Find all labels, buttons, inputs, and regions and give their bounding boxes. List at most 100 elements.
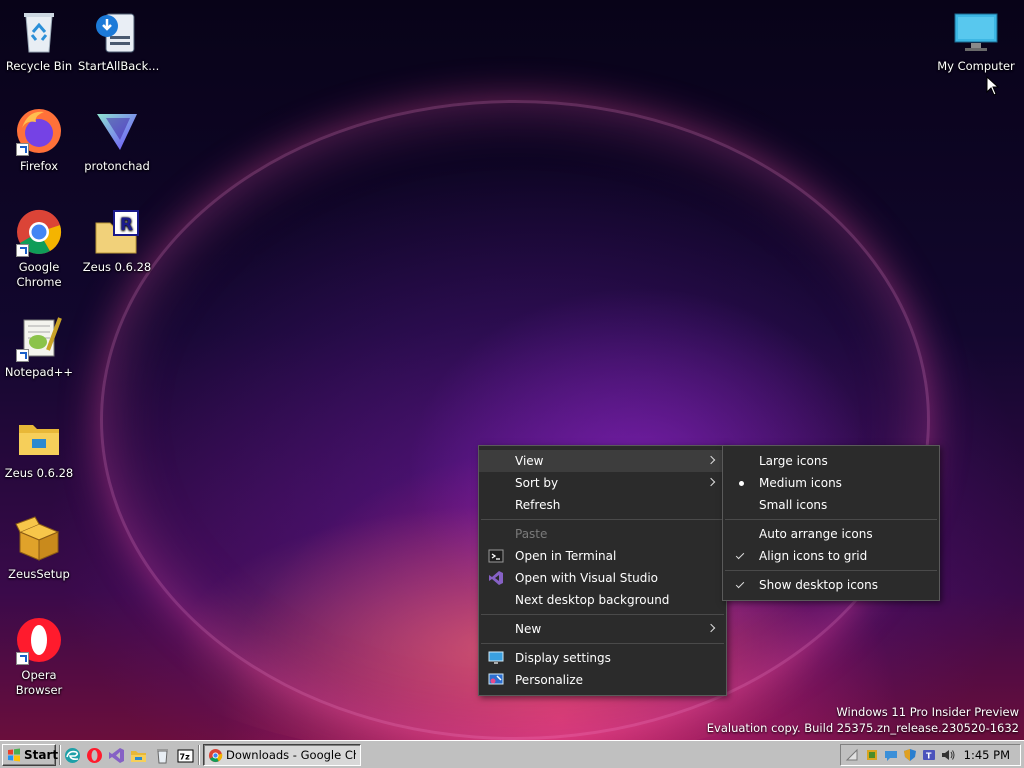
menu-item-label: Open in Terminal	[515, 549, 617, 563]
shortcut-arrow-icon	[16, 652, 29, 665]
desktop-icon-label: Google Chrome	[16, 260, 62, 289]
submenu-item-small-icons[interactable]: Small icons	[723, 494, 939, 516]
menu-item-label: New	[515, 622, 542, 636]
menu-item-label: Sort by	[515, 476, 559, 490]
radio-bullet-icon	[739, 481, 744, 486]
menu-item-open-in-terminal[interactable]: Open in Terminal	[479, 545, 726, 567]
desktop-icon-startallback[interactable]: StartAllBack...	[78, 0, 159, 74]
shield-icon[interactable]	[903, 748, 917, 762]
recycle-quicklaunch-icon[interactable]	[154, 747, 171, 764]
monitor-icon	[951, 6, 1001, 56]
network-icon[interactable]	[845, 748, 859, 762]
menu-item-view[interactable]: View	[479, 450, 726, 472]
7zip-icon[interactable]: 7z	[177, 747, 194, 764]
watermark-build: Evaluation copy. Build 25375.zn_release.…	[706, 721, 1019, 735]
menu-item-label: Open with Visual Studio	[515, 571, 658, 585]
checkmark-icon	[735, 579, 745, 589]
desktop-icon-google-chrome[interactable]: Google Chrome	[0, 201, 78, 290]
taskbar-button-chrome-downloads[interactable]: Downloads - Google Chro...	[203, 744, 361, 766]
menu-item-open-with-visual-studio[interactable]: Open with Visual Studio	[479, 567, 726, 589]
menu-item-next-desktop-background[interactable]: Next desktop background	[479, 589, 726, 611]
desktop-icon-my-computer[interactable]: My Computer	[936, 0, 1016, 74]
menu-item-personalize[interactable]: Personalize	[479, 669, 726, 691]
menu-separator	[481, 614, 724, 615]
start-button[interactable]: Start	[2, 744, 59, 766]
chevron-right-icon	[706, 477, 716, 487]
chevron-right-icon	[706, 455, 716, 465]
menu-item-label: Display settings	[515, 651, 611, 665]
desktop-icon-zeussetup[interactable]: ZeusSetup	[0, 508, 78, 582]
shortcut-arrow-icon	[16, 349, 29, 362]
desktop-icon-zeus-folder[interactable]: Zeus 0.6.28	[0, 407, 78, 481]
start-label: Start	[24, 748, 59, 762]
visual-studio-quicklaunch-icon[interactable]	[108, 747, 125, 764]
submenu-item-medium-icons[interactable]: Medium icons	[723, 472, 939, 494]
menu-separator	[481, 519, 724, 520]
menu-item-label: Auto arrange icons	[759, 527, 873, 541]
desktop-icon-label: Zeus 0.6.28	[82, 260, 152, 274]
submenu-item-auto-arrange-icons[interactable]: Auto arrange icons	[723, 523, 939, 545]
svg-text:T: T	[926, 752, 932, 761]
menu-item-display-settings[interactable]: Display settings	[479, 647, 726, 669]
menu-item-label: Show desktop icons	[759, 578, 879, 592]
display-icon	[488, 651, 504, 664]
windows-watermark: Windows 11 Pro Insider Preview Evaluatio…	[707, 704, 1019, 736]
submenu-item-align-icons-to-grid[interactable]: Align icons to grid	[723, 545, 939, 567]
desktop-icon-protonchad[interactable]: protonchad	[78, 100, 156, 174]
opera-quicklaunch-icon[interactable]	[86, 747, 103, 764]
menu-item-sort-by[interactable]: Sort by	[479, 472, 726, 494]
setup-box-icon	[14, 514, 64, 564]
view-submenu: Large icons Medium icons Small icons Aut…	[722, 445, 940, 601]
desktop-icon-label: My Computer	[937, 59, 1015, 73]
menu-item-label: Refresh	[515, 498, 561, 512]
desktop-icon-label: Zeus 0.6.28	[4, 466, 74, 480]
desktop-icon-label: Opera Browser	[15, 668, 63, 697]
menu-item-paste: Paste	[479, 523, 726, 545]
submenu-item-show-desktop-icons[interactable]: Show desktop icons	[723, 574, 939, 596]
terminal-icon	[488, 549, 504, 563]
shortcut-arrow-icon	[16, 244, 29, 257]
desktop-icon-opera[interactable]: Opera Browser	[0, 609, 78, 698]
desktop-icon-label: Notepad++	[4, 365, 74, 379]
opera-icon	[14, 615, 64, 665]
taskbar: Start 7z Downloads - Google Chro... T 1:…	[0, 740, 1024, 768]
menu-item-label: Small icons	[759, 498, 828, 512]
desktop-icon-zeus-archive[interactable]: R Zeus 0.6.28	[78, 201, 156, 275]
shortcut-arrow-icon	[16, 143, 29, 156]
desktop-icon-notepadpp[interactable]: Notepad++	[0, 306, 78, 380]
svg-text:7z: 7z	[180, 753, 191, 762]
menu-separator	[481, 643, 724, 644]
system-tray: T 1:45 PM	[840, 744, 1021, 766]
startallback-icon	[92, 6, 142, 56]
zeus-archive-icon: R	[92, 207, 142, 257]
mouse-cursor-icon	[986, 76, 1000, 96]
explorer-icon[interactable]	[130, 747, 147, 764]
menu-item-label: Paste	[515, 527, 548, 541]
taskbar-clock[interactable]: 1:45 PM	[964, 748, 1010, 762]
menu-item-label: View	[515, 454, 544, 468]
desktop-icon-label: Firefox	[19, 159, 59, 173]
checkmark-icon	[735, 550, 745, 560]
menu-item-label: Personalize	[515, 673, 584, 687]
menu-item-label: Next desktop background	[515, 593, 670, 607]
menu-separator	[725, 519, 937, 520]
chat-icon[interactable]	[884, 748, 898, 762]
desktop-icon-label: Recycle Bin	[5, 59, 73, 73]
menu-item-new[interactable]: New	[479, 618, 726, 640]
desktop-icon-recycle-bin[interactable]: Recycle Bin	[0, 0, 78, 74]
menu-item-refresh[interactable]: Refresh	[479, 494, 726, 516]
security-icon[interactable]	[865, 748, 879, 762]
volume-icon[interactable]	[941, 748, 955, 762]
folder-icon	[14, 413, 64, 463]
taskbar-button-label: Downloads - Google Chro...	[226, 748, 356, 762]
visual-studio-icon	[489, 571, 503, 585]
personalize-icon	[488, 673, 504, 685]
chevron-right-icon	[706, 623, 716, 633]
recycle-bin-icon	[14, 6, 64, 56]
menu-item-label: Large icons	[759, 454, 828, 468]
desktop-icon-firefox[interactable]: Firefox	[0, 100, 78, 174]
teams-icon[interactable]: T	[922, 748, 936, 762]
edge-icon[interactable]	[64, 747, 81, 764]
submenu-item-large-icons[interactable]: Large icons	[723, 450, 939, 472]
desktop-context-menu: View Sort by Refresh Paste Open in Termi…	[478, 445, 727, 696]
